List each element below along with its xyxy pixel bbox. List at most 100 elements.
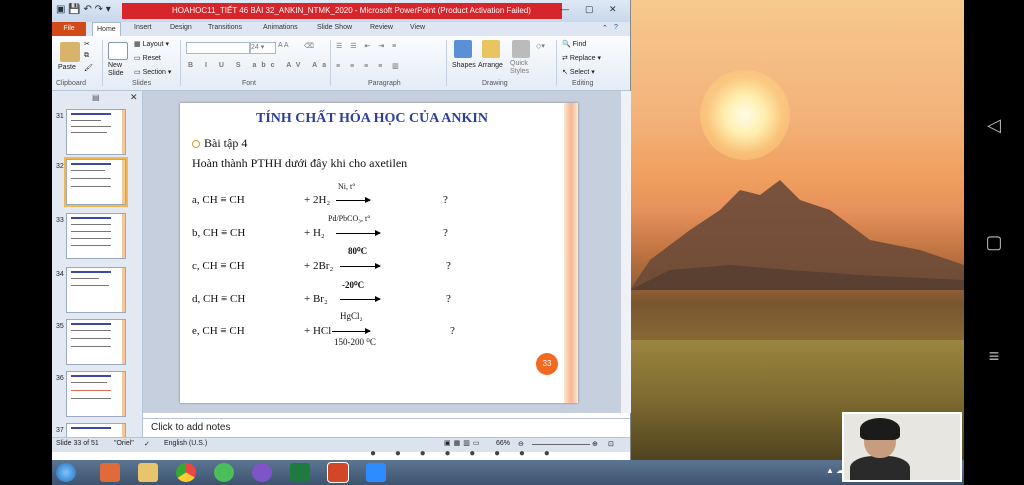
equation-left: a, CH ≡ CH	[192, 194, 245, 206]
fit-to-window-icon[interactable]: ⊡	[608, 440, 614, 448]
find-button[interactable]: 🔍 Find	[562, 40, 586, 48]
tab-transitions[interactable]: Transitions	[208, 24, 242, 31]
tab-animations[interactable]: Animations	[263, 24, 298, 31]
equation-result: ?	[443, 227, 448, 239]
tab-view[interactable]: View	[410, 24, 425, 31]
powerpoint-icon[interactable]	[327, 462, 349, 483]
slide-thumbnail-33[interactable]	[66, 213, 126, 259]
tab-home[interactable]: Home	[92, 22, 121, 37]
shapes-icon[interactable]	[454, 40, 472, 58]
sun	[700, 70, 790, 160]
outline-tab-icon[interactable]: ▤	[92, 93, 100, 102]
close-pane-icon[interactable]: ✕	[130, 92, 138, 103]
copy-icon[interactable]: ⧉	[84, 52, 89, 60]
view-buttons[interactable]: ▣▦▥▭	[444, 439, 482, 447]
separator	[330, 40, 331, 86]
excel-icon[interactable]	[290, 463, 310, 482]
quick-styles-icon[interactable]	[512, 40, 530, 58]
reset-button[interactable]: ▭ Reset	[134, 54, 161, 62]
condition-above: HgCl₂	[340, 311, 363, 321]
slide-thumbnail-32[interactable]	[64, 157, 128, 207]
spell-check-icon[interactable]: ✓	[144, 440, 150, 448]
list-buttons[interactable]: ☰ ☰ ⇤ ⇥ ≡	[336, 42, 399, 50]
quick-access-toolbar[interactable]: ▣ 💾 ↶ ↷ ▾	[56, 4, 111, 15]
help-icon[interactable]: ?	[614, 24, 618, 31]
start-button[interactable]	[56, 463, 76, 482]
equation-left: e, CH ≡ CH	[192, 325, 245, 337]
chrome-icon[interactable]	[176, 463, 196, 482]
grow-font-icon[interactable]: A A	[278, 42, 289, 49]
tab-design[interactable]: Design	[170, 24, 192, 31]
file-explorer-icon[interactable]	[138, 463, 158, 482]
zoom-icon[interactable]	[366, 463, 386, 482]
quick-styles-button[interactable]: Quick Styles	[510, 60, 529, 76]
align-buttons[interactable]: ≡ ≡ ≡ ≡ ▥	[336, 62, 403, 70]
minimize-icon[interactable]: —	[560, 4, 569, 14]
select-button[interactable]: ↖ Select ▾	[562, 68, 595, 76]
arrange-icon[interactable]	[482, 40, 500, 58]
zoom-level[interactable]: 66%	[496, 440, 510, 447]
new-slide-button[interactable]: New Slide	[108, 62, 124, 78]
layout-button[interactable]: ▦ Layout ▾	[134, 40, 169, 48]
language-indicator[interactable]: English (U.S.)	[164, 440, 207, 447]
slide-thumbnail-34[interactable]	[66, 267, 126, 313]
paste-icon[interactable]	[60, 42, 80, 62]
replace-button[interactable]: ⇄ Replace ▾	[562, 54, 601, 62]
font-style-buttons[interactable]: B I U S abc AV Aa	[188, 62, 331, 69]
powerpoint-window: ▣ 💾 ↶ ↷ ▾ HOAHOC11_TIẾT 46 BÀI 32_ANKIN_…	[52, 0, 631, 460]
slide-thumbnail-35[interactable]	[66, 319, 126, 365]
equation-result: ?	[446, 293, 451, 305]
equation-result: ?	[446, 260, 451, 272]
zoom-out-icon[interactable]: ⊖	[518, 440, 524, 448]
new-slide-icon[interactable]	[108, 42, 128, 60]
separator	[102, 40, 103, 86]
theme-name: "Oriel"	[114, 440, 134, 447]
tab-slide-show[interactable]: Slide Show	[317, 24, 352, 31]
font-size-select[interactable]: 24 ▾	[250, 42, 276, 54]
notes-pane[interactable]: Click to add notes	[143, 418, 630, 437]
clear-format-icon[interactable]: ⌫	[304, 42, 314, 50]
close-icon[interactable]: ✕	[609, 4, 617, 15]
window-title: HOAHOC11_TIẾT 46 BÀI 32_ANKIN_NTMK_2020 …	[172, 6, 531, 15]
paste-button[interactable]: Paste	[58, 64, 76, 71]
replace-label: Replace	[569, 55, 596, 62]
ribbon-home: Paste ✂ ⧉ 🖌 Clipboard New Slide ▦ Layout…	[52, 36, 630, 91]
tab-review[interactable]: Review	[370, 24, 393, 31]
font-family-select[interactable]	[186, 42, 250, 54]
home-icon[interactable]: ▢	[982, 232, 1006, 253]
slide-thumbnail-31[interactable]	[66, 109, 126, 155]
zoom-in-icon[interactable]: ⊕	[592, 440, 598, 448]
thumb-number: 34	[56, 271, 64, 278]
thumb-number: 37	[56, 427, 64, 434]
equation-left: d, CH ≡ CH	[192, 293, 246, 305]
format-painter-icon[interactable]: 🖌	[84, 64, 93, 72]
person-shirt	[850, 456, 910, 480]
back-icon[interactable]: ◁	[982, 115, 1006, 136]
maximize-icon[interactable]: ▢	[585, 4, 594, 15]
ribbon-minimize-icon[interactable]: ⌃	[602, 24, 608, 32]
section-button[interactable]: ▭ Section ▾	[134, 68, 171, 76]
font-size-value: 24	[251, 44, 259, 51]
tab-insert[interactable]: Insert	[134, 24, 152, 31]
separator	[180, 40, 181, 86]
media-player-icon[interactable]	[100, 463, 120, 482]
current-slide[interactable]: TÍNH CHẤT HÓA HỌC CỦA ANKIN Bài tập 4 Ho…	[180, 103, 578, 403]
video-call-dots: ● ● ● ● ● ● ● ●	[370, 448, 558, 459]
tab-file[interactable]: File	[52, 22, 86, 36]
equation-reagent: + HCl	[304, 325, 332, 337]
coccoc-icon[interactable]	[214, 463, 234, 482]
shape-fill-icon[interactable]: ◇▾	[536, 42, 545, 50]
equation-reagent: + Br₂	[304, 293, 328, 305]
slide-vertical-scrollbar[interactable]	[620, 91, 631, 413]
arrange-button[interactable]: Arrange	[478, 62, 503, 69]
recents-icon[interactable]: ≡	[982, 346, 1006, 367]
slide-thumbnail-36[interactable]	[66, 371, 126, 417]
zoom-slider[interactable]	[532, 444, 590, 445]
cut-icon[interactable]: ✂	[84, 40, 90, 48]
shapes-button[interactable]: Shapes	[452, 62, 476, 69]
slide-decorative-stripe	[564, 103, 578, 403]
viber-icon[interactable]	[252, 463, 272, 482]
equation-reagent: + H₂	[304, 227, 325, 239]
mountain	[630, 180, 964, 290]
person-hair	[860, 418, 900, 440]
